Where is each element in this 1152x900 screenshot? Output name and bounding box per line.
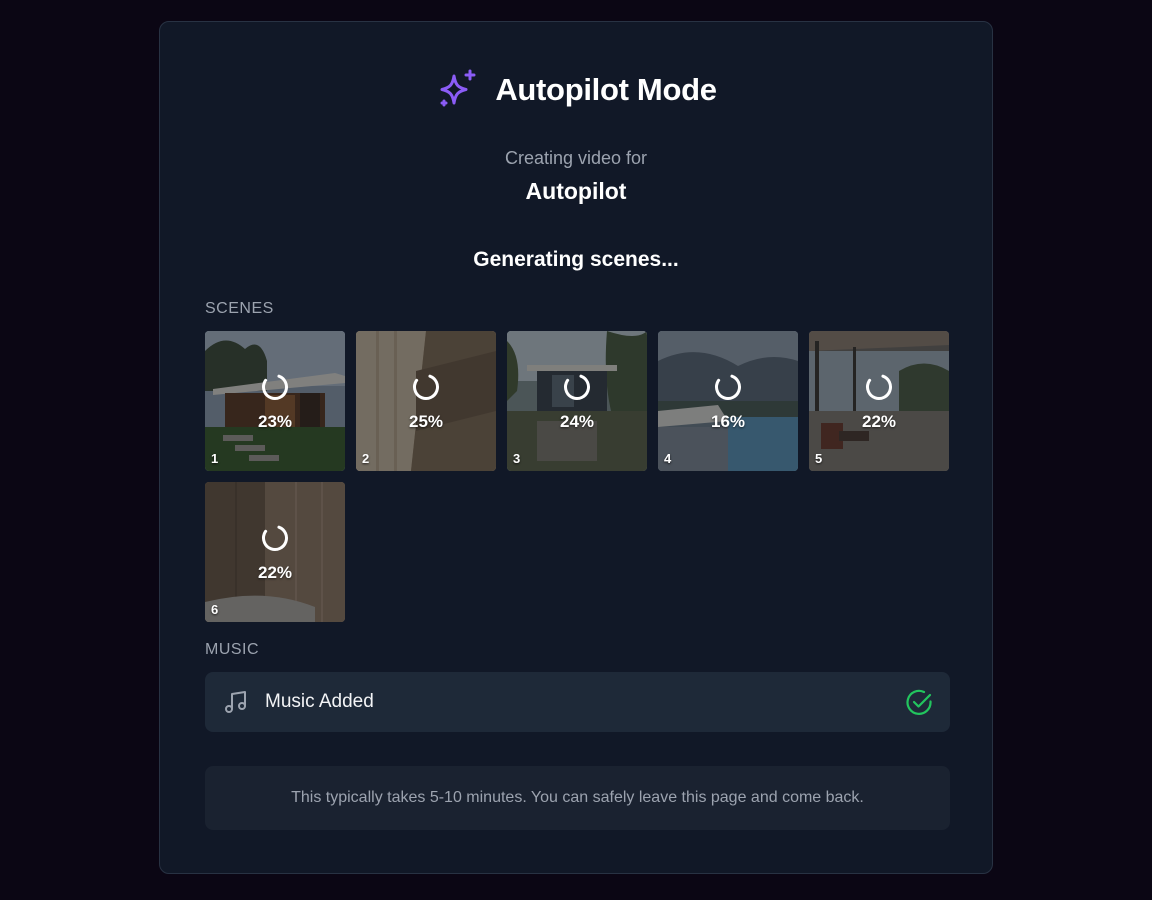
scene-progress: 25% [408,412,444,431]
scene-overlay [356,331,496,471]
loading-spinner-icon [866,374,892,400]
scene-card[interactable]: 22% 5 [809,331,949,471]
scene-number: 2 [362,451,370,466]
music-note-icon [223,689,249,720]
scene-overlay [507,331,647,471]
scene-card[interactable]: 24% 3 [507,331,647,471]
scene-progress: 24% [559,412,595,431]
music-status-row: Music Added [205,672,950,732]
music-status-label: Music Added [265,691,374,712]
loading-spinner-icon [715,374,741,400]
scene-overlay [658,331,798,471]
subtitle: Creating video for [504,148,648,168]
scene-number: 4 [664,451,672,466]
loading-spinner-icon [564,374,590,400]
scene-progress: 16% [710,412,746,431]
scene-card[interactable]: 16% 4 [658,331,798,471]
scene-progress: 23% [257,412,293,431]
scene-overlay [809,331,949,471]
project-name: Autopilot [525,178,627,204]
scene-card[interactable]: 23% 1 [205,331,345,471]
scene-card[interactable]: 25% 2 [356,331,496,471]
scene-overlay [205,331,345,471]
scene-number: 3 [513,451,521,466]
loading-spinner-icon [413,374,439,400]
sparkles-icon [435,68,479,112]
scene-progress: 22% [257,563,293,582]
header: Autopilot Mode [160,68,992,112]
scene-number: 1 [211,451,219,466]
page-title: Autopilot Mode [495,72,717,107]
generation-status: Generating scenes... [473,248,679,271]
info-text: This typically takes 5-10 minutes. You c… [291,789,864,806]
loading-spinner-icon [262,525,288,551]
scene-overlay [205,482,345,622]
autopilot-card: Autopilot Mode Creating video for Autopi… [159,21,993,874]
music-section-label: MUSIC [205,641,260,658]
check-circle-icon [906,689,933,721]
scene-number: 6 [211,602,219,617]
scene-progress: 22% [861,412,897,431]
loading-spinner-icon [262,374,288,400]
info-banner: This typically takes 5-10 minutes. You c… [205,766,950,830]
scene-number: 5 [815,451,823,466]
scenes-section-label: SCENES [205,300,274,317]
scene-card[interactable]: 22% 6 [205,482,345,622]
